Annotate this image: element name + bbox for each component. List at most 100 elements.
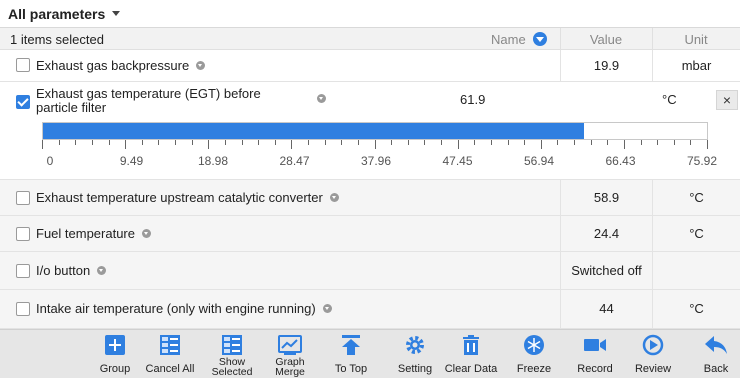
row-checkbox-checked[interactable]	[16, 95, 30, 109]
gauge-minor-tick	[175, 140, 176, 145]
value-column-header: Value	[589, 32, 623, 47]
record-button[interactable]: Record	[572, 330, 618, 378]
parameter-row[interactable]: Fuel temperature 24.4 °C	[0, 216, 740, 252]
parameter-name: Exhaust temperature upstream catalytic c…	[36, 190, 323, 205]
gauge-major-tick	[457, 140, 459, 149]
gauge-tick-label: 47.45	[442, 154, 473, 168]
info-dropdown-icon[interactable]	[196, 61, 206, 71]
checklist-check-icon	[222, 335, 242, 355]
gauge-tick-label: 28.47	[279, 154, 310, 168]
show-selected-button[interactable]: Show Selected	[206, 330, 258, 378]
gauge-minor-tick	[524, 140, 526, 145]
group-button[interactable]: Group	[92, 330, 138, 378]
gauge-minor-tick	[690, 140, 692, 145]
gauge-major-tick	[707, 140, 708, 149]
parameter-unit: °C	[652, 290, 740, 328]
clear-data-button-label: Clear Data	[444, 363, 498, 375]
row-checkbox[interactable]	[16, 191, 30, 205]
gauge-minor-tick	[341, 140, 343, 145]
gauge-minor-tick	[640, 140, 642, 145]
setting-button-label: Setting	[397, 363, 433, 375]
value-gauge-fill	[43, 123, 585, 139]
show-selected-button-label: Show Selected	[211, 356, 253, 378]
gauge-minor-tick	[58, 140, 60, 145]
gauge-minor-tick	[224, 140, 226, 145]
back-arrow-icon	[705, 336, 727, 354]
row-checkbox[interactable]	[16, 227, 30, 241]
clear-data-button[interactable]: Clear Data	[444, 330, 498, 378]
selection-count: 1 items selected	[10, 32, 104, 47]
gauge-minor-tick	[507, 140, 509, 145]
review-button-label: Review	[634, 363, 672, 375]
group-button-label: Group	[99, 363, 131, 375]
gauge-tick-label: 0	[46, 154, 54, 168]
info-dropdown-icon[interactable]	[329, 193, 339, 203]
line-chart-icon	[278, 335, 302, 355]
trash-icon	[463, 335, 479, 355]
bottom-toolbar: Group Cancel All Show Selected Graph Mer…	[0, 329, 740, 378]
parameter-value: 61.9	[460, 92, 486, 107]
gauge-major-tick	[125, 140, 127, 149]
gauge-minor-tick	[590, 140, 592, 145]
gauge-ticks	[42, 140, 708, 150]
gauge-minor-tick	[258, 140, 260, 145]
info-dropdown-icon[interactable]	[322, 304, 332, 314]
gauge-minor-tick	[474, 140, 476, 145]
gauge-major-tick	[374, 140, 376, 149]
gauge-minor-tick	[308, 140, 309, 145]
parameter-row[interactable]: Intake air temperature (only with engine…	[0, 290, 740, 329]
plus-square-icon	[105, 335, 125, 355]
row-checkbox[interactable]	[16, 264, 30, 278]
back-button[interactable]: Back	[694, 330, 738, 378]
checklist-x-icon	[160, 335, 180, 355]
to-top-button-label: To Top	[334, 363, 368, 375]
gauge-minor-tick	[191, 140, 193, 145]
gauge-minor-tick	[441, 140, 442, 145]
cancel-all-button[interactable]: Cancel All	[144, 330, 196, 378]
parameter-row[interactable]: I/o button Switched off	[0, 252, 740, 290]
gauge-major-tick	[623, 140, 625, 149]
gauge-minor-tick	[108, 140, 110, 145]
gauge-minor-tick	[424, 140, 426, 145]
parameter-name: Exhaust gas backpressure	[36, 58, 190, 73]
gauge-minor-tick	[158, 140, 160, 145]
gauge-tick-label: 18.98	[197, 154, 229, 168]
setting-button[interactable]: Setting	[392, 330, 438, 378]
parameter-unit	[652, 252, 740, 289]
freeze-button[interactable]: Freeze	[512, 330, 556, 378]
graph-merge-button[interactable]: Graph Merge	[266, 330, 314, 378]
parameter-value: 19.9	[560, 50, 652, 81]
gauge-tick-labels: 0 9.49 18.98 28.47 37.96 47.45 56.94 66.43 75.92	[0, 154, 740, 170]
expanded-parameter-row[interactable]: Exhaust gas temperature (EGT) before par…	[0, 82, 740, 180]
gauge-tick-label: 75.92	[686, 154, 718, 168]
page-title: All parameters	[8, 5, 106, 22]
name-column-header[interactable]: Name	[491, 32, 526, 47]
gauge-minor-tick	[490, 140, 492, 145]
caret-down-icon	[112, 11, 121, 16]
arrow-up-bar-icon	[342, 335, 360, 355]
gauge-minor-tick	[607, 140, 609, 145]
info-dropdown-icon[interactable]	[317, 94, 326, 103]
parameter-unit: °C	[662, 92, 677, 107]
parameter-unit: °C	[652, 180, 740, 215]
gauge-tick-label: 56.94	[523, 154, 555, 168]
info-dropdown-icon[interactable]	[142, 229, 151, 239]
column-header: 1 items selected Name Value Unit	[0, 28, 740, 50]
parameter-row[interactable]: Exhaust gas backpressure 19.9 mbar	[0, 50, 740, 82]
gauge-major-tick	[208, 140, 210, 149]
review-button[interactable]: Review	[630, 330, 676, 378]
close-button[interactable]: ×	[716, 90, 738, 110]
gauge-minor-tick	[574, 140, 575, 145]
gauge-major-tick	[42, 140, 43, 149]
to-top-button[interactable]: To Top	[326, 330, 376, 378]
gauge-minor-tick	[274, 140, 276, 145]
sort-icon[interactable]	[533, 32, 547, 46]
gauge-tick-label: 66.43	[605, 154, 636, 168]
info-dropdown-icon[interactable]	[97, 266, 107, 276]
row-checkbox[interactable]	[16, 58, 30, 72]
row-checkbox[interactable]	[16, 302, 30, 316]
parameter-filter-dropdown[interactable]: All parameters	[0, 0, 740, 28]
gauge-tick-label: 9.49	[119, 154, 144, 168]
parameter-row[interactable]: Exhaust temperature upstream catalytic c…	[0, 180, 740, 216]
gauge-minor-tick	[324, 140, 326, 145]
